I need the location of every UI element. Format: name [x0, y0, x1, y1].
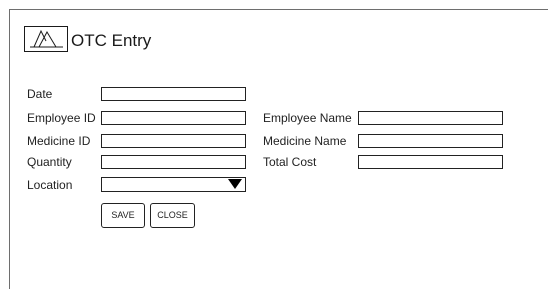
medicine-name-field[interactable]: [358, 134, 503, 148]
employee-name-label: Employee Name: [263, 111, 352, 125]
close-button[interactable]: CLOSE: [150, 203, 195, 228]
employee-id-label: Employee ID: [27, 111, 96, 125]
total-cost-label: Total Cost: [263, 155, 317, 169]
save-button[interactable]: SAVE: [101, 203, 145, 228]
medicine-id-field[interactable]: [101, 134, 246, 148]
location-select[interactable]: [101, 177, 246, 192]
quantity-label: Quantity: [27, 155, 72, 169]
medicine-id-label: Medicine ID: [27, 134, 91, 148]
quantity-field[interactable]: [101, 155, 246, 169]
date-field[interactable]: [101, 87, 246, 101]
dropdown-arrow-icon[interactable]: [228, 179, 242, 189]
medicine-name-label: Medicine Name: [263, 134, 347, 148]
employee-id-field[interactable]: [101, 111, 246, 125]
employee-name-field[interactable]: [358, 111, 503, 125]
location-label: Location: [27, 178, 73, 192]
mountain-logo-icon: [24, 26, 68, 52]
page-title: OTC Entry: [71, 31, 152, 50]
date-label: Date: [27, 87, 53, 101]
total-cost-field[interactable]: [358, 155, 503, 169]
